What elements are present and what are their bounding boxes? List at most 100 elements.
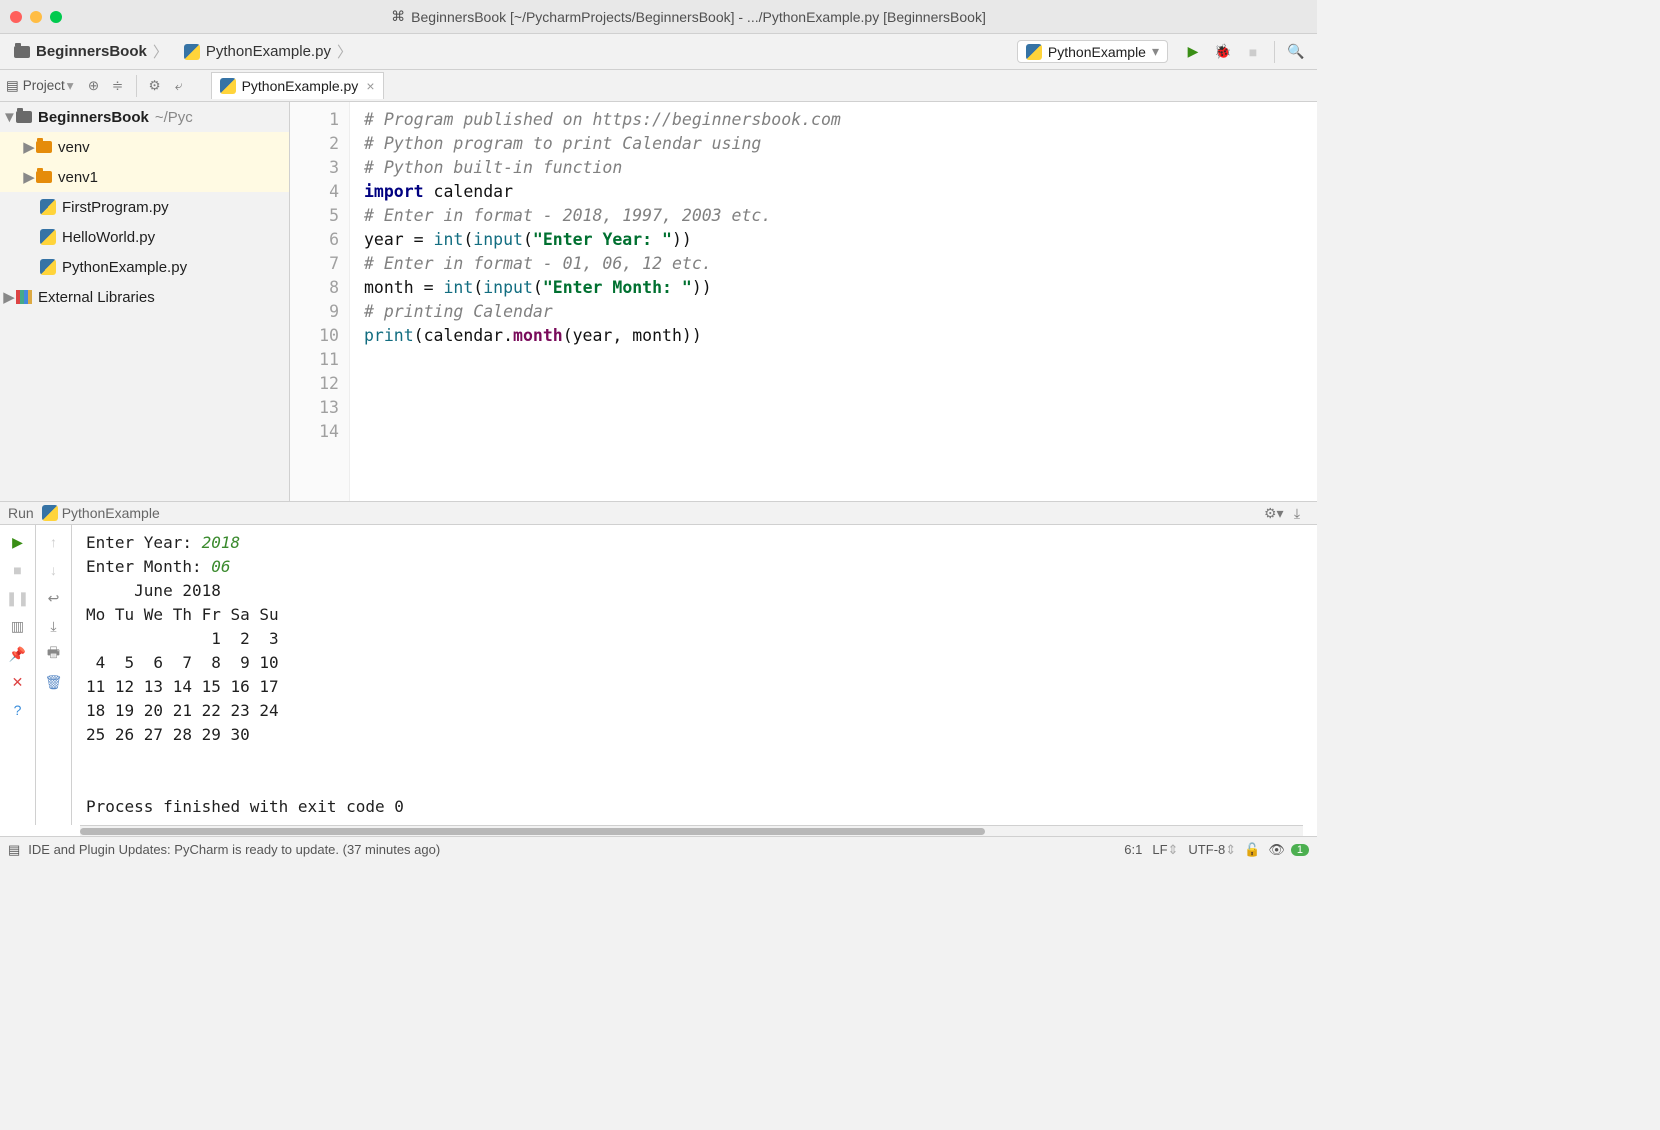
tree-item-label: HelloWorld.py <box>62 229 155 246</box>
breadcrumb-project[interactable]: BeginnersBook 〉 <box>6 37 176 66</box>
console-output[interactable]: Enter Year: 2018Enter Month: 06 June 201… <box>72 525 1317 825</box>
python-file-icon <box>220 78 236 94</box>
minimize-window-button[interactable] <box>30 11 42 23</box>
python-file-icon <box>40 229 56 245</box>
tree-item-file[interactable]: FirstProgram.py <box>0 192 289 222</box>
expand-toggle-icon[interactable]: ▶ <box>2 288 16 306</box>
collapse-all-icon[interactable]: ≑ <box>109 78 127 94</box>
stop-button: ■ <box>9 561 27 579</box>
status-message[interactable]: IDE and Plugin Updates: PyCharm is ready… <box>28 842 440 857</box>
tree-item-folder[interactable]: ▶ venv1 <box>0 162 289 192</box>
breadcrumb: BeginnersBook 〉 PythonExample.py 〉 <box>6 37 1017 66</box>
editor-area[interactable]: 1234567891011121314 # Program published … <box>290 102 1317 501</box>
settings-icon[interactable]: ⚙ <box>146 78 164 94</box>
tree-root[interactable]: ▼ BeginnersBook ~/Pyc <box>0 102 289 132</box>
scroll-to-end-icon[interactable]: ⤓ <box>45 617 63 635</box>
tree-item-label: PythonExample.py <box>62 259 187 276</box>
tree-item-file[interactable]: PythonExample.py <box>0 252 289 282</box>
python-file-icon <box>1026 44 1042 60</box>
run-config-label: PythonExample <box>1048 44 1146 60</box>
run-left-toolbar: ▶ ■ ❚❚ ▥ 📌 ✕ ? <box>0 525 36 825</box>
tree-item-label: FirstProgram.py <box>62 199 169 216</box>
window-titlebar: ⌘ BeginnersBook [~/PycharmProjects/Begin… <box>0 0 1317 34</box>
run-configuration-selector[interactable]: PythonExample ▾ <box>1017 40 1168 63</box>
pause-button[interactable]: ❚❚ <box>9 589 27 607</box>
project-tree[interactable]: ▼ BeginnersBook ~/Pyc ▶ venv ▶ venv1 Fir… <box>0 102 290 501</box>
separator <box>136 75 137 97</box>
expand-toggle-icon[interactable]: ▶ <box>22 138 36 156</box>
down-icon[interactable]: ↓ <box>45 561 63 579</box>
close-icon[interactable]: ✕ <box>9 673 27 691</box>
chevron-right-icon: 〉 <box>337 41 352 62</box>
help-icon[interactable]: ? <box>9 701 27 719</box>
separator <box>1274 41 1275 63</box>
editor-gutter: 1234567891011121314 <box>290 102 350 501</box>
pin-icon[interactable]: 📌 <box>9 645 27 663</box>
trash-icon[interactable]: 🗑 <box>45 673 63 691</box>
notifications-badge[interactable]: 1 <box>1291 844 1309 856</box>
folder-icon <box>36 171 52 183</box>
python-file-icon <box>40 199 56 215</box>
python-file-icon <box>42 505 58 521</box>
inspector-icon[interactable]: 👁 <box>1268 842 1285 858</box>
encoding[interactable]: UTF-8⇕ <box>1188 842 1236 858</box>
scroll-from-source-icon[interactable]: ⊕ <box>85 78 103 94</box>
tree-external-libraries[interactable]: ▶ External Libraries <box>0 282 289 312</box>
up-icon[interactable]: ↑ <box>45 533 63 551</box>
tree-item-folder[interactable]: ▶ venv <box>0 132 289 162</box>
run-left-toolbar-2: ↑ ↓ ↩ ⤓ 🖶 🗑 <box>36 525 72 825</box>
stop-button: ■ <box>1242 44 1264 60</box>
chevron-right-icon: 〉 <box>153 41 168 62</box>
run-tool-window: Run PythonExample ⚙▾ ⤓ ▶ ■ ❚❚ ▥ 📌 ✕ ? ↑ … <box>0 501 1317 836</box>
close-tab-icon[interactable]: × <box>366 78 374 94</box>
folder-icon <box>16 111 32 123</box>
run-label: Run <box>8 505 34 521</box>
layout-icon[interactable]: ▥ <box>9 617 27 635</box>
editor-tab[interactable]: PythonExample.py × <box>211 72 384 99</box>
tree-root-path: ~/Pyc <box>155 109 193 126</box>
folder-icon <box>36 141 52 153</box>
tree-item-label: venv <box>58 139 90 156</box>
run-tool-header[interactable]: Run PythonExample ⚙▾ ⤓ <box>0 502 1317 525</box>
run-button[interactable]: ▶ <box>1182 43 1204 60</box>
tree-item-label: venv1 <box>58 169 98 186</box>
debug-button[interactable]: 🐞 <box>1212 43 1234 60</box>
folder-icon <box>14 46 30 58</box>
run-config-name: PythonExample <box>62 505 160 521</box>
libraries-icon <box>16 290 32 304</box>
project-toolbar: ▤ Project ▾ ⊕ ≑ ⚙ ⤶ PythonExample.py × <box>0 70 1317 102</box>
search-everywhere-button[interactable]: 🔍 <box>1285 43 1307 60</box>
editor-tab-label: PythonExample.py <box>242 78 359 94</box>
status-bar: ▤ IDE and Plugin Updates: PyCharm is rea… <box>0 836 1317 862</box>
tree-item-label: External Libraries <box>38 289 155 306</box>
editor-code[interactable]: # Program published on https://beginners… <box>350 102 841 501</box>
maximize-window-button[interactable] <box>50 11 62 23</box>
breadcrumb-file-label: PythonExample.py <box>206 43 331 60</box>
tree-item-file[interactable]: HelloWorld.py <box>0 222 289 252</box>
expand-toggle-icon[interactable]: ▶ <box>22 168 36 186</box>
project-label: Project <box>23 78 65 93</box>
app-icon: ⌘ <box>391 8 405 25</box>
hide-icon[interactable]: ⤶ <box>170 78 188 94</box>
settings-icon[interactable]: ⚙▾ <box>1264 505 1282 522</box>
project-tool-button[interactable]: ▤ Project ▾ <box>6 78 74 94</box>
line-separator[interactable]: LF⇕ <box>1152 842 1178 858</box>
python-file-icon <box>40 259 56 275</box>
navigation-bar: BeginnersBook 〉 PythonExample.py 〉 Pytho… <box>0 34 1317 70</box>
breadcrumb-project-label: BeginnersBook <box>36 43 147 60</box>
download-icon[interactable]: ⤓ <box>1288 505 1306 522</box>
breadcrumb-file[interactable]: PythonExample.py 〉 <box>176 37 360 66</box>
soft-wrap-icon[interactable]: ↩ <box>45 589 63 607</box>
close-window-button[interactable] <box>10 11 22 23</box>
window-title: BeginnersBook [~/PycharmProjects/Beginne… <box>411 9 986 25</box>
chevron-down-icon: ▾ <box>1152 43 1159 60</box>
python-file-icon <box>184 44 200 60</box>
events-icon[interactable]: ▤ <box>8 842 20 858</box>
print-icon[interactable]: 🖶 <box>45 645 63 663</box>
caret-position[interactable]: 6:1 <box>1124 842 1142 857</box>
rerun-button[interactable]: ▶ <box>9 533 27 551</box>
lock-icon[interactable]: 🔓 <box>1244 842 1260 858</box>
project-view-icon: ▤ <box>6 78 19 94</box>
expand-toggle-icon[interactable]: ▼ <box>2 109 16 126</box>
chevron-down-icon: ▾ <box>67 78 74 94</box>
